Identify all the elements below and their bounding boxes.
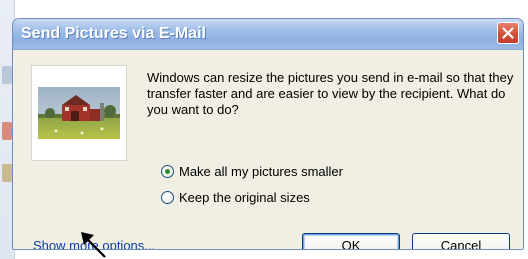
picture-thumbnail (31, 65, 127, 161)
picture-thumbnail-red-barn (38, 87, 120, 139)
cancel-button[interactable]: Cancel (412, 233, 510, 249)
send-pictures-dialog: Send Pictures via E-Mail Windows can res… (12, 18, 524, 250)
pointer-arrow-icon (81, 232, 106, 258)
background-icon (2, 122, 12, 140)
ok-button[interactable]: OK (302, 233, 400, 249)
dialog-titlebar[interactable]: Send Pictures via E-Mail (13, 19, 523, 50)
option-keep-original[interactable]: Keep the original sizes (161, 188, 310, 206)
dialog-title: Send Pictures via E-Mail (21, 25, 206, 42)
background-icon (2, 66, 12, 84)
option-label: Make all my pictures smaller (179, 163, 343, 179)
close-icon (502, 27, 514, 39)
close-button[interactable] (497, 22, 519, 44)
background-icon (2, 164, 12, 182)
dialog-body: Windows can resize the pictures you send… (13, 50, 523, 249)
dialog-message: Windows can resize the pictures you send… (147, 70, 514, 117)
screenshot-scene: Send Pictures via E-Mail Windows can res… (0, 0, 528, 259)
radio-button[interactable] (161, 190, 174, 204)
option-label: Keep the original sizes (179, 189, 310, 205)
radio-button-checked[interactable] (161, 164, 174, 178)
option-make-smaller[interactable]: Make all my pictures smaller (161, 162, 343, 180)
